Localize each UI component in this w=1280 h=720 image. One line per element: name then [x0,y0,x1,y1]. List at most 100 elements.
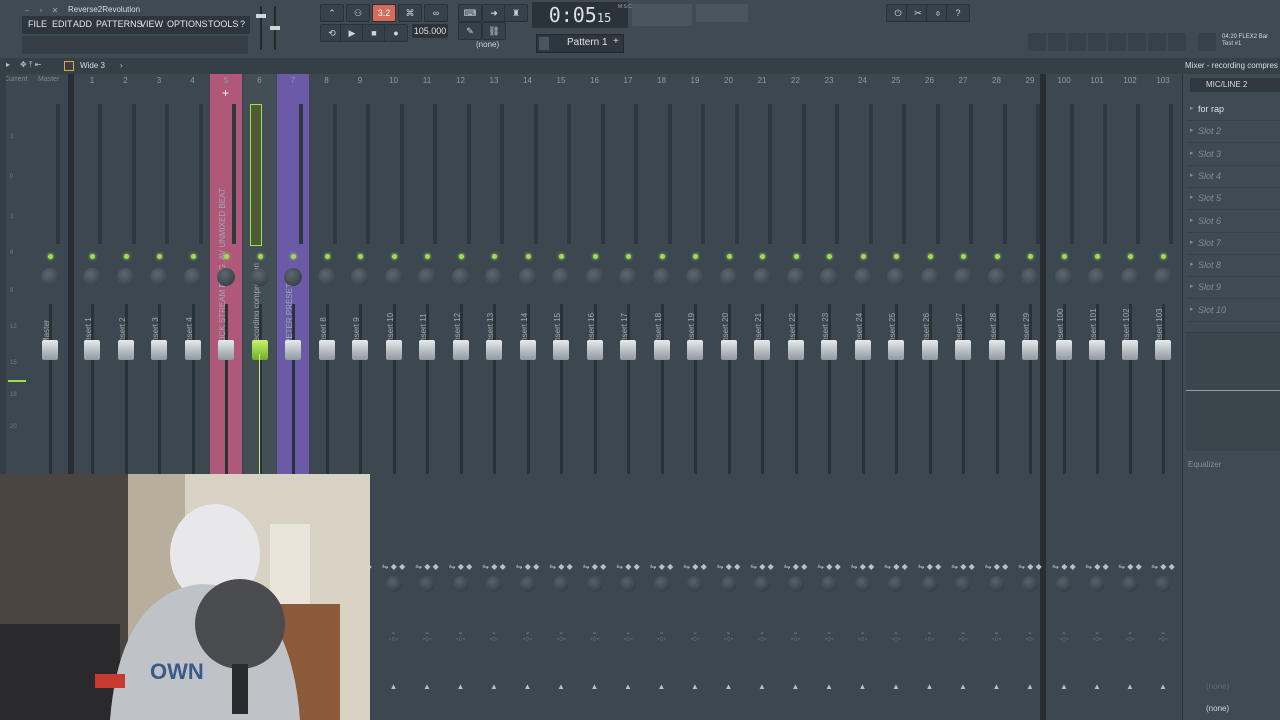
pan-knob[interactable] [418,268,436,286]
scissors-icon[interactable] [1168,33,1186,51]
pan-knob[interactable] [585,268,604,286]
route-send-icon[interactable]: ▲ [1048,682,1080,691]
pan-knob[interactable] [552,268,570,286]
countdown-button[interactable]: 3.2 [372,4,396,22]
volume-fader[interactable] [553,340,569,360]
volume-fader[interactable] [1122,340,1138,360]
send-knob[interactable] [519,576,536,592]
pan-knob[interactable] [786,268,805,286]
route-arrows-icon[interactable]: ⇋ ◆ ◆ [382,562,406,571]
enable-led[interactable] [994,254,1000,259]
mixer-strip[interactable]: 101 Insert 101 ⇋ ◆ ◆ ⌄ ◦○◦ ▲ [1081,74,1113,720]
pan-knob[interactable] [518,268,537,286]
route-arrows-icon[interactable]: ⇋ ◆ ◆ [1052,562,1076,571]
menu-options[interactable]: OPTIONS [167,19,208,29]
volume-fader[interactable] [955,340,971,360]
pan-knob[interactable] [753,268,771,286]
enable-led[interactable] [961,254,966,259]
enable-led[interactable] [224,254,229,259]
route-arrows-icon[interactable]: ⇋ ◆ ◆ [985,562,1009,571]
route-arrows-icon[interactable]: ⇋ ◆ ◆ [482,562,506,571]
volume-fader[interactable] [787,340,804,360]
enable-led[interactable] [391,254,397,259]
volume-fader[interactable] [1056,340,1072,360]
minimize-icon[interactable]: – [22,6,32,15]
route-send-icon[interactable]: ▲ [813,682,845,691]
mixer-strip[interactable]: 14 Insert 14 ⇋ ◆ ◆ ⌄ ◦○◦ ▲ [512,74,544,720]
volume-fader[interactable] [988,340,1005,360]
send-knob[interactable] [385,576,402,592]
route-send-icon[interactable]: ▲ [1147,682,1179,691]
menu-help[interactable]: ? [240,19,245,29]
volume-fader[interactable] [586,340,603,360]
route-send-icon[interactable]: ▲ [612,682,644,691]
effect-slot[interactable]: ▸ Slot 6 [1188,212,1280,233]
send-knob[interactable] [1155,576,1171,592]
output-select[interactable]: (none) [1206,704,1229,713]
effect-slot[interactable]: ▸ Slot 7 [1188,234,1280,255]
pan-knob[interactable] [451,268,470,286]
route-arrows-icon[interactable]: ⇋ ◆ ◆ [415,562,439,571]
pan-knob[interactable] [1055,268,1073,286]
fx-slots-indicator[interactable]: ⌄◦○◦ [748,628,776,643]
route-send-icon[interactable]: ▲ [1114,682,1146,691]
audio-input-select[interactable]: MIC/LINE 2 [1190,78,1280,92]
pan-knob[interactable] [384,268,403,286]
route-send-icon[interactable]: ▲ [679,682,711,691]
route-send-icon[interactable]: ▲ [880,682,912,691]
enable-led[interactable] [425,254,430,259]
mixer-strip[interactable]: 15 Insert 15 ⇋ ◆ ◆ ⌄ ◦○◦ ▲ [545,74,577,720]
send-knob[interactable] [854,576,871,592]
route-arrows-icon[interactable]: ⇋ ◆ ◆ [1151,562,1175,571]
menu-file[interactable]: FILE [28,19,47,29]
pattern-song-toggle[interactable]: ⌃ [320,4,344,22]
enable-led[interactable] [90,254,95,259]
download-icon[interactable] [1198,33,1216,51]
send-knob[interactable] [888,576,904,592]
news-panel[interactable]: 04:20 FLEX2 Bar Test #1 [1222,34,1280,54]
piano-roll-icon[interactable] [1048,33,1066,51]
play-button[interactable]: ▶ [340,24,364,42]
route-send-icon[interactable]: ▲ [746,682,778,691]
fx-slots-indicator[interactable]: ⌄◦○◦ [1050,628,1078,643]
pan-knob[interactable] [250,268,269,286]
mixer-strip[interactable]: 19 Insert 19 ⇋ ◆ ◆ ⌄ ◦○◦ ▲ [679,74,711,720]
pencil-icon[interactable]: ✎ [458,22,482,40]
add-icon[interactable]: + [222,86,229,100]
menu-tools[interactable]: TOOLS [208,19,238,29]
pan-knob[interactable] [719,268,738,286]
mixer-strip[interactable]: 17 Insert 17 ⇋ ◆ ◆ ⌄ ◦○◦ ▲ [612,74,644,720]
pan-knob[interactable] [351,268,369,286]
route-arrows-icon[interactable]: ⇋ ◆ ◆ [750,562,774,571]
volume-fader[interactable] [620,340,636,360]
pattern-add-icon[interactable]: + [613,36,619,47]
enable-led[interactable] [559,254,564,259]
route-arrows-icon[interactable]: ⇋ ◆ ◆ [683,562,707,571]
pan-knob[interactable] [41,268,59,286]
enable-led[interactable] [1128,254,1133,259]
volume-fader[interactable] [84,340,100,360]
mixer-strip[interactable]: 28 Insert 28 ⇋ ◆ ◆ ⌄ ◦○◦ ▲ [981,74,1013,720]
fx-slots-indicator[interactable]: ⌄◦○◦ [514,628,542,643]
route-send-icon[interactable]: ▲ [378,682,410,691]
loop-record-icon[interactable]: ∞ [424,4,448,22]
master-volume-slider[interactable] [256,4,286,54]
restore-icon[interactable]: ▫ [36,6,46,15]
enable-led[interactable] [48,254,53,259]
mixer-strip[interactable]: 102 Insert 102 ⇋ ◆ ◆ ⌄ ◦○◦ ▲ [1114,74,1146,720]
volume-fader[interactable] [519,340,536,360]
enable-led[interactable] [927,254,933,259]
route-arrows-icon[interactable]: ⇋ ◆ ◆ [616,562,640,571]
menu-view[interactable]: VIEW [140,19,163,29]
volume-fader[interactable] [218,340,234,360]
pan-knob[interactable] [820,268,838,286]
pan-knob[interactable] [652,268,671,286]
send-knob[interactable] [687,576,703,592]
mixer-strip[interactable]: 5KICK STREAM REGG. AV UNMIXED BEAT⇋ ◆ ◆⌄… [210,74,242,720]
volume-fader[interactable] [251,340,268,360]
enable-led[interactable] [860,254,866,259]
volume-fader[interactable] [1022,340,1038,360]
pan-knob[interactable] [83,268,101,286]
enable-led[interactable] [793,254,799,259]
route-arrows-icon[interactable]: ⇋ ◆ ◆ [516,562,540,571]
